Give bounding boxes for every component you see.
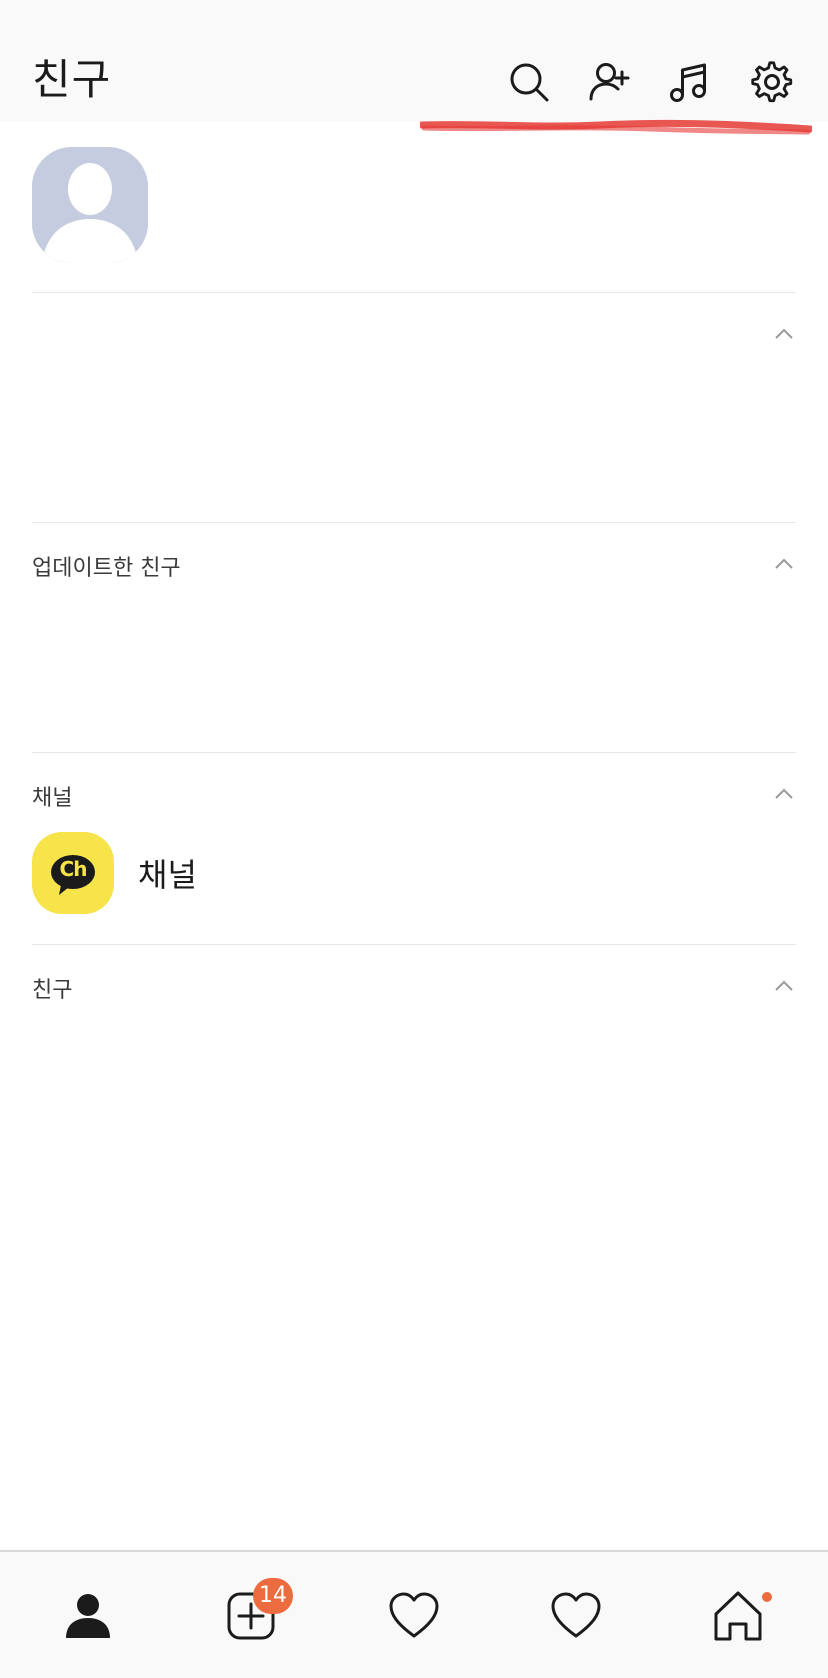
- bottom-nav: 14: [0, 1550, 828, 1678]
- top-bar: 친구: [0, 0, 828, 122]
- my-profile[interactable]: [32, 147, 796, 292]
- section-title: 친구: [32, 978, 73, 1003]
- search-button[interactable]: [507, 60, 551, 104]
- section-header-updated-friends[interactable]: 업데이트한 친구: [32, 546, 796, 582]
- home-icon: [710, 1588, 766, 1644]
- favorites-tab-2[interactable]: [528, 1576, 624, 1656]
- divider: [32, 522, 796, 523]
- favorites-tab[interactable]: [366, 1576, 462, 1656]
- avatar: [32, 147, 148, 263]
- chevron-up-icon[interactable]: [772, 552, 796, 576]
- section-title: 채널: [32, 786, 73, 811]
- annotation-scribble: [420, 119, 812, 135]
- section-header-channel[interactable]: 채널: [32, 776, 796, 812]
- channel-label: 채널: [138, 856, 197, 894]
- chevron-up-icon[interactable]: [772, 974, 796, 998]
- chats-tab[interactable]: 14: [203, 1576, 299, 1656]
- music-button[interactable]: [667, 60, 711, 104]
- add-friend-button[interactable]: [588, 60, 632, 104]
- divider: [32, 292, 796, 293]
- page-title: 친구: [32, 55, 112, 104]
- new-dot: [762, 1592, 772, 1602]
- settings-icon: [750, 60, 794, 104]
- settings-button[interactable]: [750, 60, 794, 104]
- notification-badge: 14: [253, 1578, 293, 1614]
- divider: [32, 944, 796, 945]
- section-header-friends[interactable]: 친구: [32, 968, 796, 1004]
- channel-icon-text: Ch: [59, 857, 88, 881]
- channel-item[interactable]: Ch 채널: [32, 832, 796, 914]
- channel-icon: Ch: [32, 832, 114, 914]
- add-friend-icon: [588, 60, 632, 104]
- section-title: 업데이트한 친구: [32, 556, 181, 581]
- home-tab[interactable]: [690, 1576, 786, 1656]
- heart-icon: [386, 1588, 442, 1644]
- chevron-up-icon[interactable]: [772, 322, 796, 346]
- chevron-up-icon[interactable]: [772, 782, 796, 806]
- divider: [32, 752, 796, 753]
- search-icon: [507, 60, 551, 104]
- friends-tab[interactable]: [40, 1576, 136, 1656]
- music-icon: [667, 60, 711, 104]
- heart-icon: [548, 1588, 604, 1644]
- section-header-untitled[interactable]: [32, 318, 796, 354]
- person-icon: [60, 1588, 116, 1644]
